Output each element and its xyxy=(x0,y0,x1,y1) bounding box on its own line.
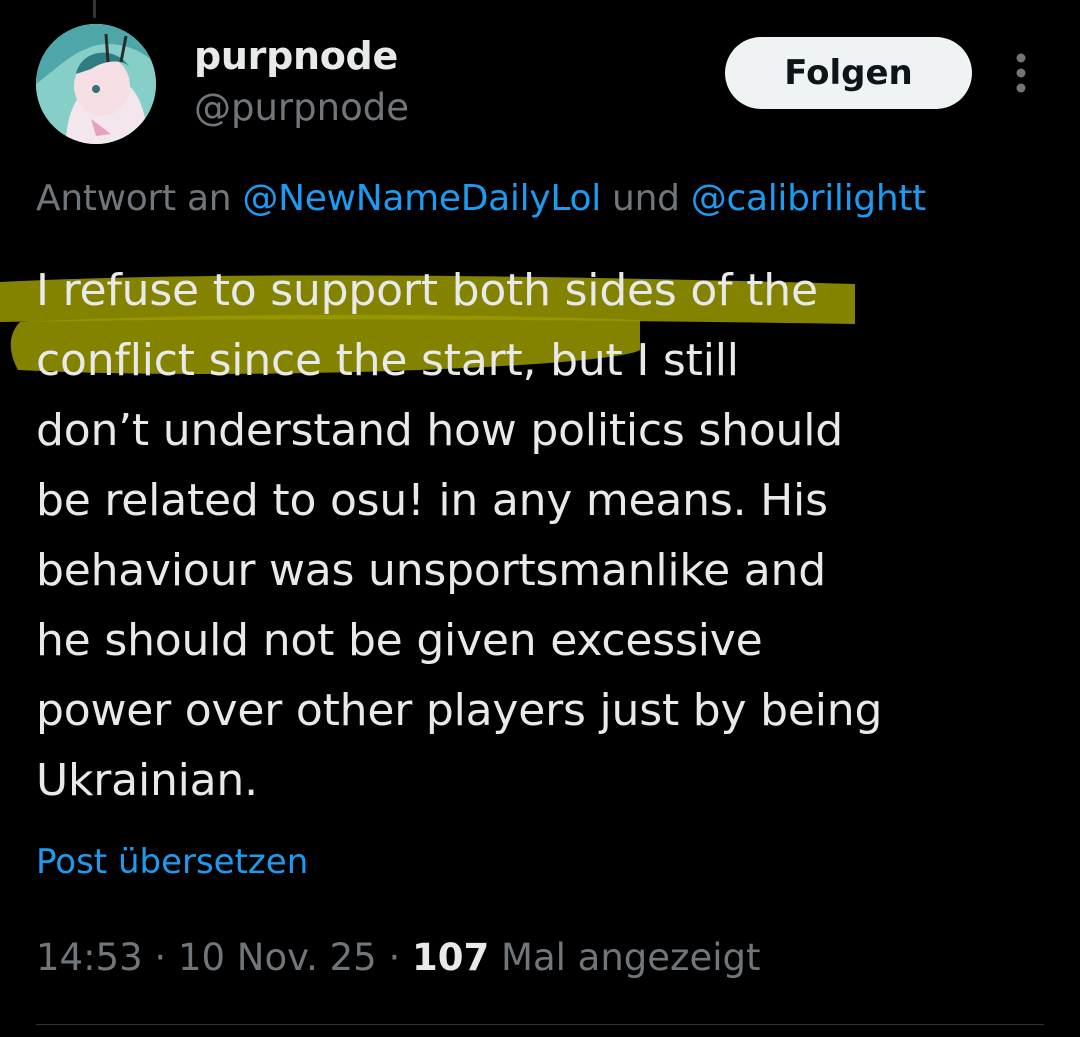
views-label: Mal angezeigt xyxy=(489,936,761,979)
follow-button[interactable]: Folgen xyxy=(725,37,972,109)
tweet-line: he should not be given excessive xyxy=(36,615,763,666)
post-meta: 14:53 · 10 Nov. 25 · 107 Mal angezeigt xyxy=(36,936,761,979)
reply-prefix: Antwort an xyxy=(36,178,243,219)
avatar[interactable] xyxy=(36,24,156,144)
translate-post-link[interactable]: Post übersetzen xyxy=(36,842,308,882)
author-display-name[interactable]: purpnode xyxy=(194,34,398,78)
thread-connector-line xyxy=(93,0,96,18)
tweet-line: don’t understand how politics should xyxy=(36,405,843,456)
reply-context: Antwort an @NewNameDailyLol und @calibri… xyxy=(36,178,926,219)
tweet-line: behaviour was unsportsmanlike and xyxy=(36,545,826,596)
avatar-image xyxy=(36,24,156,144)
reply-connector: und xyxy=(600,178,691,219)
tweet-line: conflict since the start, but I still xyxy=(36,335,739,386)
author-handle[interactable]: @purpnode xyxy=(194,86,409,129)
post-time[interactable]: 14:53 xyxy=(36,936,143,979)
views-count[interactable]: 107 xyxy=(412,936,489,979)
divider xyxy=(36,1024,1044,1025)
more-vertical-icon xyxy=(1016,53,1026,93)
tweet-line: power over other players just by being xyxy=(36,685,883,736)
tweet-line: I refuse to support both sides of the xyxy=(36,265,818,316)
tweet-line: Ukrainian. xyxy=(36,755,258,806)
tweet-text: I refuse to support both sides of the co… xyxy=(36,256,1046,816)
mention-link-calibrilightt[interactable]: @calibrilightt xyxy=(691,178,927,219)
mention-link-newnamedailylol[interactable]: @NewNameDailyLol xyxy=(242,178,601,219)
post-date[interactable]: 10 Nov. 25 xyxy=(178,936,377,979)
meta-separator: · xyxy=(142,936,178,979)
meta-separator: · xyxy=(376,936,413,979)
tweet-line: be related to osu! in any means. His xyxy=(36,475,828,526)
more-options-button[interactable] xyxy=(1004,48,1038,98)
